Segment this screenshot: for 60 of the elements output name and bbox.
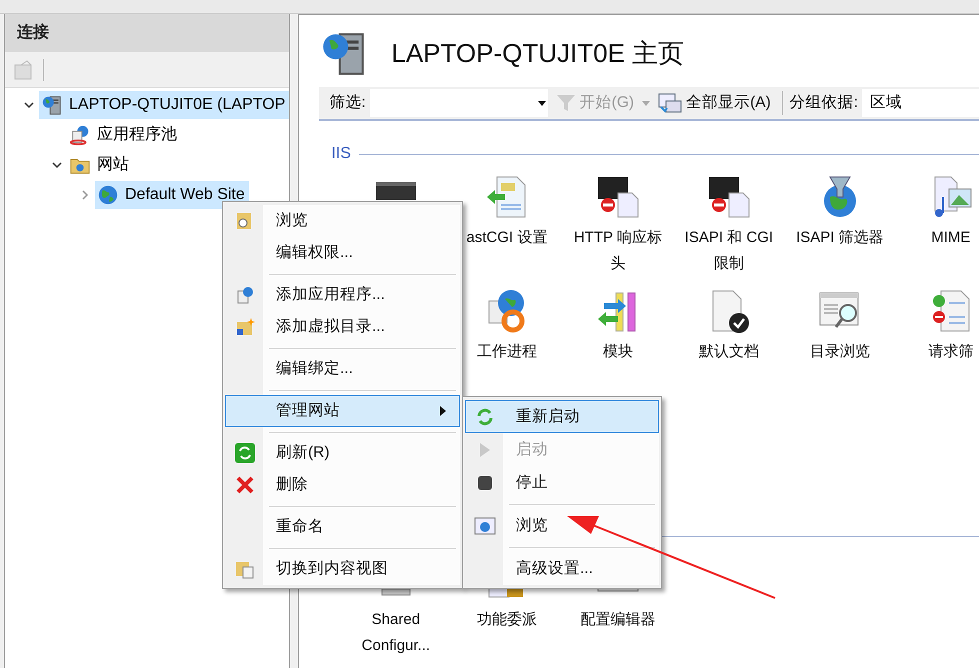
refresh-icon [234, 442, 256, 464]
tree-item[interactable]: 应用程序池 [67, 121, 181, 149]
menu-item[interactable]: 添加应用程序... [225, 279, 460, 311]
feature-label[interactable]: astCGI 设置 [466, 225, 548, 251]
dropdown-caret-icon [538, 100, 546, 106]
feature-label[interactable]: ISAPI 筛选器 [796, 225, 884, 251]
group-by-label: 分组依据: [790, 93, 858, 114]
menu-item[interactable]: 浏览 [465, 509, 659, 542]
stop-icon [477, 474, 493, 490]
menu-item[interactable]: 停止 [465, 466, 659, 499]
delete-x-icon [235, 475, 255, 495]
feature-label[interactable]: HTTP 响应标头 [566, 225, 670, 277]
server-globe-icon [41, 94, 63, 116]
pane-title: 连接 [17, 22, 49, 43]
feature-label[interactable]: 模块 [602, 339, 633, 365]
app-pool-icon [69, 124, 91, 146]
feature-label[interactable]: MIME [931, 225, 970, 251]
restart-arrows-icon [475, 406, 495, 426]
globe-document-icon [235, 285, 255, 305]
play-icon [478, 442, 492, 458]
windows-list-icon [658, 93, 682, 113]
group-by-select[interactable]: 区域 [862, 89, 979, 117]
menu-item[interactable]: 编辑权限... [225, 237, 460, 269]
menu-item[interactable]: 切换到内容视图 [225, 553, 460, 585]
browser-globe-icon [474, 516, 496, 534]
group-title: IIS [331, 144, 351, 164]
tree-item-label: Default Web Site [125, 185, 245, 205]
tree-item[interactable]: Default Web Site [95, 181, 249, 209]
menu-item[interactable]: 管理网站 [225, 395, 460, 427]
tree-item[interactable]: 网站 [67, 151, 133, 179]
folder-star-icon [235, 317, 255, 337]
menu-item[interactable]: 删除 [225, 469, 460, 501]
cgi-icon [376, 182, 416, 200]
dropdown-caret-icon[interactable] [642, 100, 650, 106]
menu-item[interactable]: 刷新(R) [225, 437, 460, 469]
tree-item-label: 应用程序池 [97, 124, 177, 145]
feature-label[interactable]: ISAPI 和 CGI 限制 [677, 225, 780, 277]
folder-document-icon [235, 559, 255, 579]
filter-field[interactable] [370, 89, 548, 117]
tree-item-label: LAPTOP-QTUJIT0E (LAPTOP [69, 95, 286, 115]
funnel-icon [556, 93, 576, 113]
tree-item[interactable]: LAPTOP-QTUJIT0E (LAPTOP [39, 91, 290, 119]
page-title: LAPTOP-QTUJIT0E 主页 [391, 36, 684, 70]
filter-label: 筛选: [329, 93, 366, 114]
menu-item[interactable]: 编辑绑定... [225, 353, 460, 385]
menu-item[interactable]: 重新启动 [465, 400, 659, 433]
globe-icon [97, 184, 119, 206]
menu-item[interactable]: 高级设置... [465, 552, 659, 585]
feature-label[interactable]: 配置编辑器 [580, 607, 656, 633]
feature-label[interactable]: Shared Configur... [344, 607, 448, 659]
tree-item-label: 网站 [97, 154, 129, 175]
feature-label[interactable]: 工作进程 [476, 339, 537, 365]
feature-label[interactable]: 默认文档 [698, 339, 759, 365]
menu-item[interactable]: 重命名 [225, 511, 460, 543]
menu-item[interactable]: 添加虚拟目录... [225, 311, 460, 343]
submenu-arrow-icon [439, 406, 447, 416]
feature-label[interactable]: 目录浏览 [810, 339, 870, 365]
feature-label[interactable]: 功能委派 [476, 607, 537, 633]
feature-label[interactable]: 请求筛 [928, 339, 974, 365]
show-all-button[interactable]: 全部显示(A) [654, 91, 775, 115]
